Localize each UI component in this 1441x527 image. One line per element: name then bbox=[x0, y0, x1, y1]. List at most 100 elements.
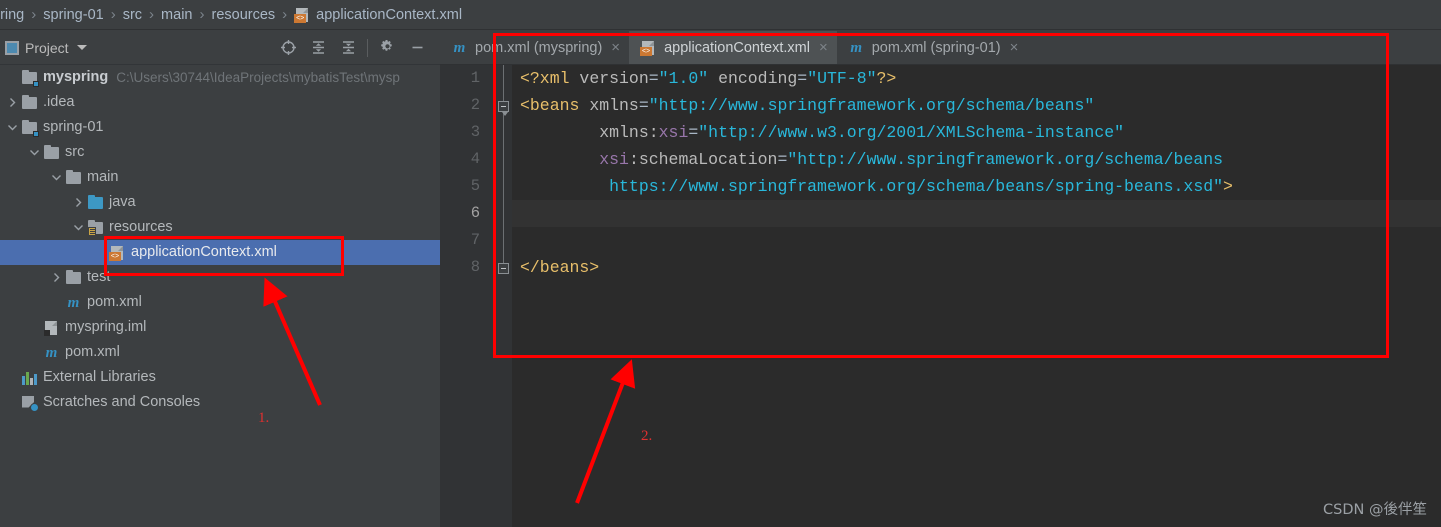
code-content[interactable]: <?xml version="1.0" encoding="UTF-8"?> <… bbox=[520, 65, 1441, 527]
fold-region-line bbox=[503, 109, 504, 271]
tree-item-label: spring-01 bbox=[43, 119, 104, 136]
tree-item-label: myspring bbox=[43, 69, 109, 86]
breadcrumb-label: src bbox=[122, 6, 143, 23]
tree-row[interactable]: myspring C:\Users\30744\IdeaProjects\myb… bbox=[0, 65, 440, 90]
project-panel-title-wrap[interactable]: Project bbox=[0, 40, 87, 56]
breadcrumb-label: main bbox=[161, 6, 193, 23]
editor-gutter[interactable]: 1 2 3 4 5 6 7 8 bbox=[440, 65, 512, 527]
folder-icon bbox=[21, 94, 38, 111]
watermark: CSDN @後伴笙 bbox=[1323, 502, 1427, 518]
tree-row[interactable]: .idea bbox=[0, 90, 440, 115]
code-line: </beans> bbox=[520, 258, 600, 277]
breadcrumb-separator: › bbox=[282, 6, 288, 23]
tree-row[interactable]: test bbox=[0, 265, 440, 290]
editor-tab-label: pom.xml (spring-01) bbox=[871, 39, 1001, 56]
fold-collapse-icon[interactable] bbox=[498, 263, 509, 274]
chevron-down-icon[interactable] bbox=[70, 223, 87, 232]
tree-row[interactable]: spring-01 bbox=[0, 115, 440, 140]
tree-row[interactable]: Scratches and Consoles bbox=[0, 390, 440, 415]
maven-icon: m bbox=[453, 39, 466, 56]
scratches-icon bbox=[21, 395, 39, 412]
tree-item-label: External Libraries bbox=[43, 369, 156, 386]
annotation-label-2: 2. bbox=[641, 428, 653, 444]
tree-item-label: myspring.iml bbox=[65, 319, 147, 336]
xml-file-icon: <> bbox=[294, 7, 311, 23]
breadcrumb-item-0[interactable]: pring bbox=[0, 7, 24, 23]
breadcrumb-item-2[interactable]: src bbox=[123, 7, 142, 23]
code-editor[interactable]: 1 2 3 4 5 6 7 8 <?xml version="1.0" enco… bbox=[440, 65, 1441, 527]
resource-folder-icon bbox=[87, 219, 104, 236]
toolbar-divider bbox=[367, 38, 368, 57]
line-number: 2 bbox=[470, 96, 480, 114]
breadcrumb-item-1[interactable]: spring-01 bbox=[43, 7, 103, 23]
tree-row[interactable]: m pom.xml bbox=[0, 290, 440, 315]
line-number: 5 bbox=[470, 177, 480, 195]
line-number: 3 bbox=[470, 123, 480, 141]
locate-icon[interactable] bbox=[273, 33, 303, 63]
chevron-down-icon[interactable] bbox=[48, 173, 65, 182]
chevron-down-icon[interactable] bbox=[76, 45, 87, 50]
breadcrumb-separator: › bbox=[149, 6, 155, 23]
editor-tab-pom-myspring[interactable]: m pom.xml (myspring) × bbox=[440, 31, 629, 64]
chevron-down-icon[interactable] bbox=[26, 148, 43, 157]
editor-tab-pom-spring-01[interactable]: m pom.xml (spring-01) × bbox=[837, 31, 1028, 64]
iml-file-icon bbox=[43, 320, 60, 336]
tree-item-label: main bbox=[87, 169, 119, 186]
project-folder-icon bbox=[21, 69, 39, 87]
close-icon[interactable]: × bbox=[819, 39, 828, 56]
line-number: 1 bbox=[470, 69, 480, 87]
breadcrumb-label: applicationContext.xml bbox=[316, 6, 463, 23]
project-icon bbox=[5, 40, 19, 55]
external-libraries-icon bbox=[21, 370, 38, 386]
breadcrumb-separator: › bbox=[110, 6, 116, 23]
tree-row[interactable]: src bbox=[0, 140, 440, 165]
settings-gear-icon[interactable] bbox=[372, 33, 402, 63]
project-tree[interactable]: myspring C:\Users\30744\IdeaProjects\myb… bbox=[0, 65, 440, 527]
breadcrumb-label: pring bbox=[0, 6, 25, 23]
editor-tab-label: applicationContext.xml bbox=[664, 39, 810, 56]
fold-collapse-icon[interactable] bbox=[498, 101, 509, 116]
project-panel-toolbar bbox=[273, 33, 440, 63]
tree-row-application-context-xml[interactable]: <> applicationContext.xml bbox=[0, 240, 440, 265]
folder-icon bbox=[65, 269, 82, 286]
tree-row[interactable]: m pom.xml bbox=[0, 340, 440, 365]
tree-item-label: pom.xml bbox=[87, 294, 142, 311]
chevron-right-icon[interactable] bbox=[70, 197, 87, 208]
xml-file-icon: <> bbox=[109, 245, 126, 261]
tree-item-label: Scratches and Consoles bbox=[43, 394, 201, 411]
breadcrumb-item-4[interactable]: resources bbox=[211, 7, 275, 23]
breadcrumb-label: spring-01 bbox=[43, 6, 104, 23]
tree-item-label: test bbox=[87, 269, 111, 286]
tree-row[interactable]: resources bbox=[0, 215, 440, 240]
breadcrumb-item-3[interactable]: main bbox=[161, 7, 192, 23]
code-line: xmlns:xsi="http://www.w3.org/2001/XMLSch… bbox=[599, 123, 1125, 142]
tree-row[interactable]: java bbox=[0, 190, 440, 215]
ide-window: pring › spring-01 › src › main › resourc… bbox=[0, 0, 1441, 527]
breadcrumb: pring › spring-01 › src › main › resourc… bbox=[0, 0, 1441, 30]
close-icon[interactable]: × bbox=[1010, 39, 1019, 56]
chevron-down-icon[interactable] bbox=[4, 123, 21, 132]
chevron-right-icon[interactable] bbox=[48, 272, 65, 283]
maven-icon: m bbox=[850, 39, 863, 56]
code-line: <beans xmlns="http://www.springframework… bbox=[520, 96, 1095, 115]
editor-tab-bar: m pom.xml (myspring) × <> applicationCon… bbox=[440, 31, 1441, 65]
tree-item-label: java bbox=[109, 194, 136, 211]
line-number: 8 bbox=[470, 258, 480, 276]
hide-icon[interactable] bbox=[402, 33, 432, 63]
tree-item-label: pom.xml bbox=[65, 344, 120, 361]
chevron-right-icon[interactable] bbox=[4, 97, 21, 108]
expand-all-icon[interactable] bbox=[303, 33, 333, 63]
line-number: 6 bbox=[470, 204, 480, 222]
collapse-all-icon[interactable] bbox=[333, 33, 363, 63]
tree-item-label: src bbox=[65, 144, 85, 161]
tree-row[interactable]: myspring.iml bbox=[0, 315, 440, 340]
tree-row[interactable]: External Libraries bbox=[0, 365, 440, 390]
breadcrumb-item-5[interactable]: <> applicationContext.xml bbox=[294, 7, 462, 23]
tree-row[interactable]: main bbox=[0, 165, 440, 190]
close-icon[interactable]: × bbox=[611, 39, 620, 56]
module-folder-icon bbox=[21, 119, 39, 137]
editor-tab-application-context-xml[interactable]: <> applicationContext.xml × bbox=[629, 31, 837, 64]
code-line: https://www.springframework.org/schema/b… bbox=[609, 177, 1233, 196]
maven-icon: m bbox=[67, 294, 80, 311]
folder-icon bbox=[43, 144, 60, 161]
